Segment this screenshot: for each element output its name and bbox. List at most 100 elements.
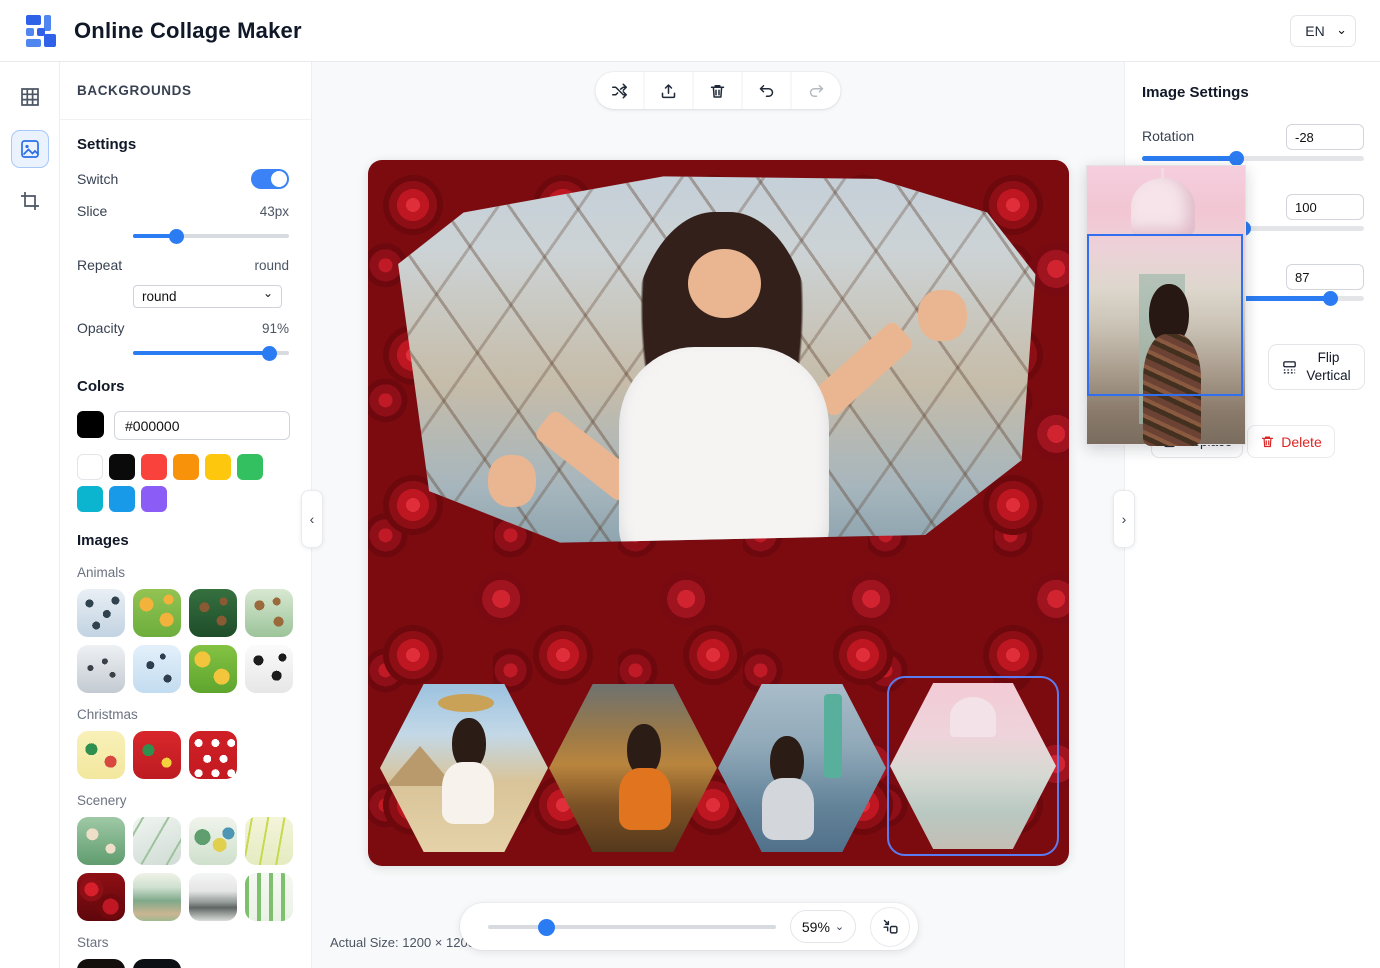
taj-mahal-dome-decoration <box>1131 178 1195 236</box>
color-swatch-1[interactable] <box>77 454 103 480</box>
language-select[interactable]: EN <box>1290 15 1356 47</box>
zoom-level-value: 59% <box>802 919 830 935</box>
image-crop-preview[interactable] <box>1086 165 1246 445</box>
thumb-lions-green[interactable] <box>133 589 181 637</box>
collage-canvas[interactable] <box>368 160 1069 866</box>
category-label: Christmas <box>77 707 289 722</box>
layouts-grid-icon[interactable] <box>11 78 49 116</box>
category-label: Scenery <box>77 793 289 808</box>
photo-slot-taj-mahal[interactable] <box>890 683 1056 849</box>
thumb-penguins-sketch[interactable] <box>133 645 181 693</box>
delete-image-button[interactable]: Delete <box>1247 425 1335 458</box>
slice-slider[interactable] <box>133 229 289 243</box>
hex-color-input[interactable] <box>114 411 290 440</box>
photo-slot-pyramids[interactable] <box>380 684 548 852</box>
fit-to-screen-button[interactable] <box>870 907 910 947</box>
photo-slot-paris[interactable] <box>374 166 1063 682</box>
thumb-monkeys-light[interactable] <box>245 589 293 637</box>
thumb-lions-yellow[interactable] <box>189 645 237 693</box>
thumb-lotus-pond[interactable] <box>77 817 125 865</box>
current-color-swatch[interactable] <box>77 411 104 438</box>
undo-button[interactable] <box>743 72 792 109</box>
switch-label: Switch <box>77 171 118 187</box>
shuffle-button[interactable] <box>596 72 645 109</box>
backgrounds-image-icon[interactable] <box>11 130 49 168</box>
thumb-grid <box>77 589 293 693</box>
color-swatches <box>77 454 277 512</box>
export-button[interactable] <box>645 72 694 109</box>
thumb-pandas[interactable] <box>245 645 293 693</box>
scale-input[interactable] <box>1286 194 1364 220</box>
thumb-monkeys-forest[interactable] <box>189 589 237 637</box>
flip-vertical-icon <box>1281 359 1298 376</box>
photo-slot-statue-of-liberty[interactable] <box>718 684 886 852</box>
thumb-grid <box>77 731 293 779</box>
thumb-xmas-yellow[interactable] <box>77 731 125 779</box>
color-swatch-9[interactable] <box>141 486 167 512</box>
sidebar-header: BACKGROUNDS <box>60 62 311 120</box>
thumb-watercolor-trees[interactable] <box>189 817 237 865</box>
image-settings-title: Image Settings <box>1142 84 1249 101</box>
rotation-slider[interactable] <box>1142 151 1364 166</box>
zoom-bar: 59% ⌄ <box>460 903 918 950</box>
rotation-label: Rotation <box>1142 128 1194 144</box>
thumb-night-sky[interactable] <box>133 959 181 968</box>
thumb-willow-yellow[interactable] <box>245 817 293 865</box>
repeat-select[interactable]: round <box>133 285 282 308</box>
rotation-input[interactable] <box>1286 124 1364 150</box>
color-swatch-7[interactable] <box>77 486 103 512</box>
switch-toggle[interactable] <box>251 169 289 189</box>
flip-vertical-label: Flip Vertical <box>1305 349 1353 385</box>
thumb-ink-mountains[interactable] <box>189 873 237 921</box>
category-label: Stars <box>77 935 289 950</box>
canvas-toolbar <box>596 72 841 109</box>
category-label: Animals <box>77 565 289 580</box>
actual-size-label: Actual Size: 1200 × 1200, <box>330 935 479 950</box>
color-swatch-3[interactable] <box>141 454 167 480</box>
collapse-left-panel-handle[interactable]: ‹ <box>301 490 323 548</box>
redo-button[interactable] <box>792 72 841 109</box>
delete-label: Delete <box>1281 434 1321 450</box>
flip-vertical-button[interactable]: Flip Vertical <box>1268 344 1365 390</box>
selected-slot-outline <box>887 676 1059 856</box>
color-swatch-4[interactable] <box>173 454 199 480</box>
image-category-scenery: Scenery <box>77 793 289 921</box>
photo-slot-machu-picchu[interactable] <box>549 684 717 852</box>
delete-canvas-button[interactable] <box>694 72 743 109</box>
thumb-willow-ink[interactable] <box>133 817 181 865</box>
sidebar-title: BACKGROUNDS <box>77 83 192 98</box>
color-swatch-8[interactable] <box>109 486 135 512</box>
thumb-star-rows[interactable] <box>77 959 125 968</box>
color-swatch-5[interactable] <box>205 454 231 480</box>
zoom-level-dropdown[interactable]: 59% ⌄ <box>790 910 856 943</box>
opacity-input[interactable] <box>1286 264 1364 290</box>
color-swatch-2[interactable] <box>109 454 135 480</box>
thumb-leaf-vines[interactable] <box>245 873 293 921</box>
canvas-workspace: ‹ › Actual Size: 1200 × 1200, 59% ⌄ <box>312 62 1124 968</box>
thumb-xmas-polka[interactable] <box>189 731 237 779</box>
thumb-penguins-crowd[interactable] <box>77 589 125 637</box>
zoom-slider[interactable] <box>488 919 776 935</box>
slice-label: Slice <box>77 203 107 219</box>
thumb-xmas-red-trees[interactable] <box>133 731 181 779</box>
opacity-slider[interactable] <box>133 346 289 360</box>
collapse-right-panel-handle[interactable]: › <box>1113 490 1135 548</box>
trash-icon <box>1260 434 1275 449</box>
colors-heading: Colors <box>77 378 289 395</box>
crop-icon[interactable] <box>11 182 49 220</box>
chevron-down-icon: ⌄ <box>835 920 844 933</box>
chevron-left-icon: ‹ <box>310 511 315 527</box>
page-title: Online Collage Maker <box>74 18 302 44</box>
crop-region-rect[interactable] <box>1087 234 1243 396</box>
color-swatch-6[interactable] <box>237 454 263 480</box>
settings-heading: Settings <box>77 136 289 153</box>
images-heading: Images <box>77 532 289 549</box>
thumb-red-roses[interactable] <box>77 873 125 921</box>
opacity-value: 91% <box>262 321 289 336</box>
image-category-christmas: Christmas <box>77 707 289 779</box>
left-rail <box>0 62 60 968</box>
repeat-label: Repeat <box>77 257 122 273</box>
thumb-green-mountains[interactable] <box>133 873 181 921</box>
thumb-penguin-colony[interactable] <box>77 645 125 693</box>
image-category-animals: Animals <box>77 565 289 693</box>
